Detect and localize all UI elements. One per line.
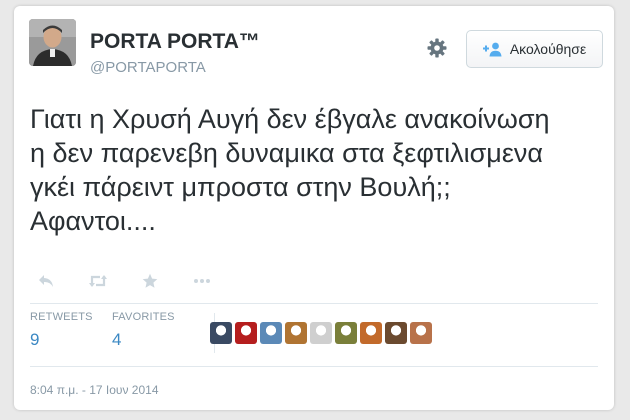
retweets-stat[interactable]: RETWEETS 9 xyxy=(30,311,93,350)
follow-user-icon xyxy=(482,42,502,57)
tweet-actions xyxy=(32,270,240,292)
favoriter-avatar[interactable] xyxy=(310,322,332,344)
retweets-label: RETWEETS xyxy=(30,311,93,323)
favoriter-avatar[interactable] xyxy=(210,322,232,344)
favoriter-avatar[interactable] xyxy=(385,322,407,344)
tweet-text-line: η δεν παρενεβη δυναμικα στα ξεφτιλισμενα xyxy=(30,138,543,168)
favoriter-avatar[interactable] xyxy=(260,322,282,344)
gear-icon[interactable] xyxy=(425,36,449,60)
display-name[interactable]: PORTA PORTA™ xyxy=(90,30,260,54)
tweet-text-line: Γιατι η Χρυσή Αυγή δεν έβγαλε ανακοίνωση xyxy=(30,104,550,134)
favoriter-avatars xyxy=(210,322,432,344)
follow-button[interactable]: Ακολούθησε xyxy=(466,30,603,68)
favorites-label: FAVORITES xyxy=(112,311,175,323)
favoriter-avatar[interactable] xyxy=(410,322,432,344)
favorites-count[interactable]: 4 xyxy=(112,330,175,350)
tweet-text: Γιατι η Χρυσή Αυγή δεν έβγαλε ανακοίνωση… xyxy=(30,102,600,238)
divider xyxy=(30,366,598,367)
tweet-card: PORTA PORTA™ @PORTAPORTA Ακολούθησε Γιατ… xyxy=(14,6,614,410)
tweet-timestamp[interactable]: 8:04 π.μ. - 17 Ιουν 2014 xyxy=(30,383,159,397)
favorites-stat[interactable]: FAVORITES 4 xyxy=(112,311,175,350)
favoriter-avatar[interactable] xyxy=(285,322,307,344)
divider xyxy=(30,303,598,304)
tweet-text-line: γκέι πάρειντ μπροστα στην Βουλή;; xyxy=(30,172,451,202)
tweet-text-line: Αφαντοι.... xyxy=(30,206,156,236)
favoriter-avatar[interactable] xyxy=(235,322,257,344)
avatar[interactable] xyxy=(29,19,76,66)
follow-button-label: Ακολούθησε xyxy=(509,41,587,57)
reply-icon[interactable] xyxy=(32,270,60,292)
more-icon[interactable] xyxy=(188,270,216,292)
avatar-photo xyxy=(29,19,76,66)
favoriter-avatar[interactable] xyxy=(335,322,357,344)
favoriter-avatar[interactable] xyxy=(360,322,382,344)
retweets-count[interactable]: 9 xyxy=(30,330,93,350)
username[interactable]: @PORTAPORTA xyxy=(90,59,206,76)
retweet-icon[interactable] xyxy=(84,270,112,292)
favorite-icon[interactable] xyxy=(136,270,164,292)
